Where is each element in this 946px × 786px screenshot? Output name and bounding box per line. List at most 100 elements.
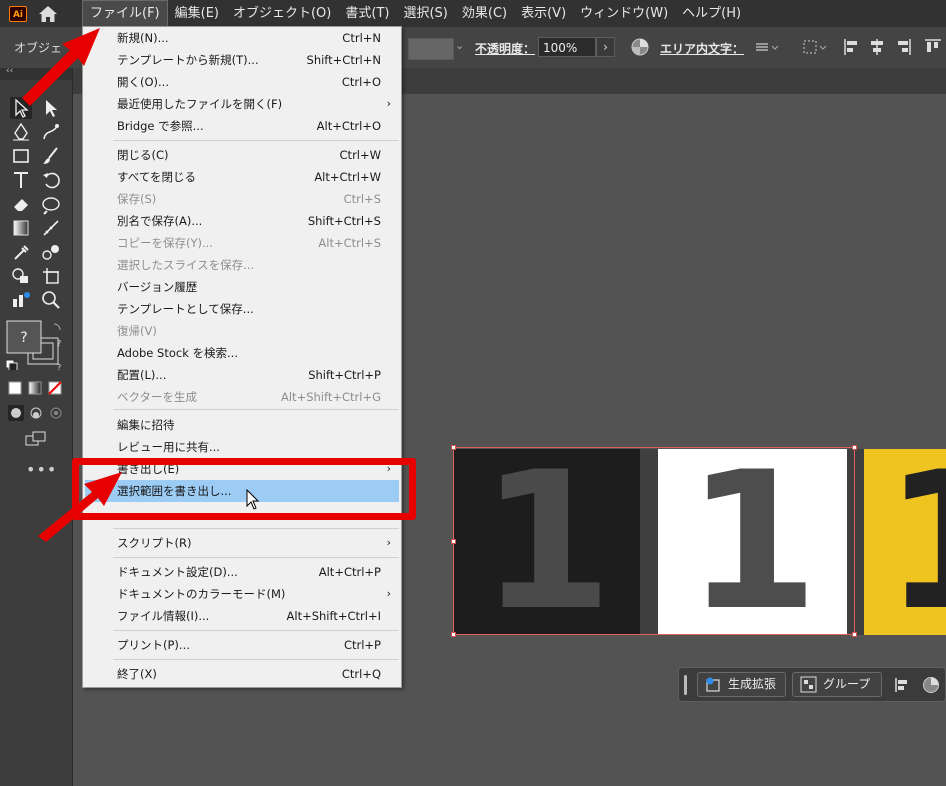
graph-tool-icon[interactable]	[10, 289, 32, 311]
app-logo: Ai	[9, 6, 27, 22]
menu-item[interactable]: Bridge で参照... Alt+Ctrl+O	[85, 115, 399, 137]
warp-tool-icon[interactable]	[40, 193, 62, 215]
menu-4[interactable]: 選択(S)	[396, 0, 454, 27]
type-tool-icon[interactable]	[10, 169, 32, 191]
menu-item-label: テンプレートから新規(T)...	[117, 53, 259, 67]
drawing-mode-buttons[interactable]	[8, 405, 68, 423]
shape-builder-tool-icon[interactable]	[10, 265, 32, 287]
artboard-3[interactable]: 1	[864, 449, 946, 635]
gradient-tool-icon[interactable]	[10, 217, 32, 239]
menu-5[interactable]: 効果(C)	[455, 0, 514, 27]
menu-item[interactable]: ドキュメント設定(D)... Alt+Ctrl+P	[85, 561, 399, 583]
opacity-arrow-button[interactable]: ›	[596, 37, 615, 57]
menu-item[interactable]: ドキュメントのカラーモード(M) ›	[85, 583, 399, 605]
generative-expand-button[interactable]: 生成拡張	[697, 672, 786, 697]
menu-item[interactable]: 新規(N)... Ctrl+N	[85, 27, 399, 49]
direct-selection-tool-icon[interactable]	[40, 97, 62, 119]
drag-handle[interactable]	[684, 675, 687, 695]
menu-item[interactable]: バージョン履歴	[85, 276, 399, 298]
paintbrush-tool-icon[interactable]	[40, 145, 62, 167]
svg-text:?: ?	[57, 339, 61, 348]
selection-handle[interactable]	[451, 539, 456, 544]
artboard-1[interactable]: 1	[453, 449, 640, 635]
menu-item: 保存(S) Ctrl+S	[85, 188, 399, 210]
opacity-input[interactable]: 100%	[538, 37, 596, 57]
menu-item-label: ベクターを生成	[117, 390, 198, 404]
selection-handle[interactable]	[451, 445, 456, 450]
group-button[interactable]: グループ	[792, 672, 882, 697]
menu-item[interactable]: ファイル情報(I)... Alt+Shift+Ctrl+I	[85, 605, 399, 627]
menu-7[interactable]: ウィンドウ(W)	[573, 0, 675, 27]
tools-panel-header[interactable]: ‹‹	[0, 66, 72, 80]
menu-2[interactable]: オブジェクト(O)	[226, 0, 338, 27]
menu-item-label: 終了(X)	[117, 667, 157, 681]
align-right-icon[interactable]	[894, 38, 912, 56]
menu-8[interactable]: ヘルプ(H)	[675, 0, 748, 27]
menu-item[interactable]: 編集に招待	[85, 414, 399, 436]
svg-text:?: ?	[57, 363, 61, 370]
artboard-gap	[640, 449, 658, 635]
more-tools-icon[interactable]: •••	[26, 460, 57, 479]
menu-item-label: レビュー用に共有...	[117, 440, 220, 454]
artboard-2[interactable]: 1	[658, 449, 847, 635]
eyedropper-tool-icon[interactable]	[10, 241, 32, 263]
curvature-tool-icon[interactable]	[40, 121, 62, 143]
menu-item-label: バージョン履歴	[117, 280, 198, 294]
menu-item[interactable]: スクリプト(R) ›	[85, 532, 399, 554]
align-icon[interactable]	[894, 677, 910, 693]
menu-item-shortcut: Ctrl+P	[343, 638, 381, 652]
rotate-tool-icon[interactable]	[40, 169, 62, 191]
menu-item-shortcut: Alt+Ctrl+S	[318, 236, 381, 250]
menu-item-shortcut: Alt+Ctrl+P	[318, 565, 381, 579]
menu-item[interactable]: 別名で保存(A)... Shift+Ctrl+S	[85, 210, 399, 232]
menu-item-shortcut: Alt+Shift+Ctrl+I	[286, 609, 381, 623]
grid-layout-icon[interactable]	[803, 39, 829, 55]
selection-handle[interactable]	[852, 632, 857, 637]
selection-tool-icon[interactable]	[10, 97, 32, 119]
menu-item[interactable]: プリント(P)... Ctrl+P	[85, 634, 399, 656]
selection-handle[interactable]	[852, 445, 857, 450]
menu-item[interactable]: テンプレートとして保存...	[85, 298, 399, 320]
menu-bar: Ai ファイル(F) 編集(E) オブジェクト(O) 書式(T) 選択(S) 効果(C) 表…	[0, 0, 946, 27]
menu-1[interactable]: 編集(E)	[168, 0, 226, 27]
artboard-tool-icon[interactable]	[40, 265, 62, 287]
menu-item-shortcut: Ctrl+S	[343, 192, 381, 206]
align-top-icon[interactable]	[924, 38, 942, 56]
area-type-label[interactable]: エリア内文字：	[660, 40, 744, 57]
area-type-options-icon[interactable]	[755, 39, 781, 55]
menu-item[interactable]: レビュー用に共有...	[85, 436, 399, 458]
blend-tool-icon[interactable]	[40, 241, 62, 263]
menu-item[interactable]: 終了(X) Ctrl+Q	[85, 663, 399, 685]
collapse-icon[interactable]: ‹‹	[6, 66, 13, 76]
align-left-icon[interactable]	[843, 38, 861, 56]
menu-3[interactable]: 書式(T)	[338, 0, 396, 27]
menu-item[interactable]: 閉じる(C) Ctrl+W	[85, 144, 399, 166]
menu-6[interactable]: 表示(V)	[514, 0, 573, 27]
recolor-icon[interactable]	[631, 38, 649, 56]
screen-mode-icon[interactable]	[25, 431, 47, 447]
menu-item[interactable]: すべてを閉じる Alt+Ctrl+W	[85, 166, 399, 188]
zoom-tool-icon[interactable]	[40, 289, 62, 311]
home-icon[interactable]	[38, 5, 58, 23]
rectangle-tool-icon[interactable]	[10, 145, 32, 167]
style-field[interactable]	[408, 38, 454, 60]
menu-item[interactable]: 最近使用したファイルを開く(F) ›	[85, 93, 399, 115]
menu-item[interactable]: 配置(L)... Shift+Ctrl+P	[85, 364, 399, 386]
menu-item[interactable]: Adobe Stock を検索...	[85, 342, 399, 364]
color-mode-buttons[interactable]	[8, 381, 68, 397]
submenu-arrow-icon: ›	[386, 97, 391, 110]
align-center-icon[interactable]	[868, 38, 886, 56]
recolor-icon[interactable]	[922, 676, 940, 694]
menu-item[interactable]: テンプレートから新規(T)... Shift+Ctrl+N	[85, 49, 399, 71]
submenu-arrow-icon: ›	[386, 587, 391, 600]
fill-stroke-swatches[interactable]: ? ? ?	[5, 320, 64, 372]
opacity-label[interactable]: 不透明度：	[475, 40, 535, 57]
pen-tool-icon[interactable]	[10, 121, 32, 143]
menu-item-shortcut: Shift+Ctrl+S	[307, 214, 381, 228]
mesh-tool-icon[interactable]	[40, 217, 62, 239]
menu-item[interactable]: 開く(O)... Ctrl+O	[85, 71, 399, 93]
menu-0[interactable]: ファイル(F)	[82, 0, 168, 27]
selection-handle[interactable]	[451, 632, 456, 637]
chevron-down-icon[interactable]: ⌄	[455, 39, 464, 52]
eraser-tool-icon[interactable]	[10, 193, 32, 215]
